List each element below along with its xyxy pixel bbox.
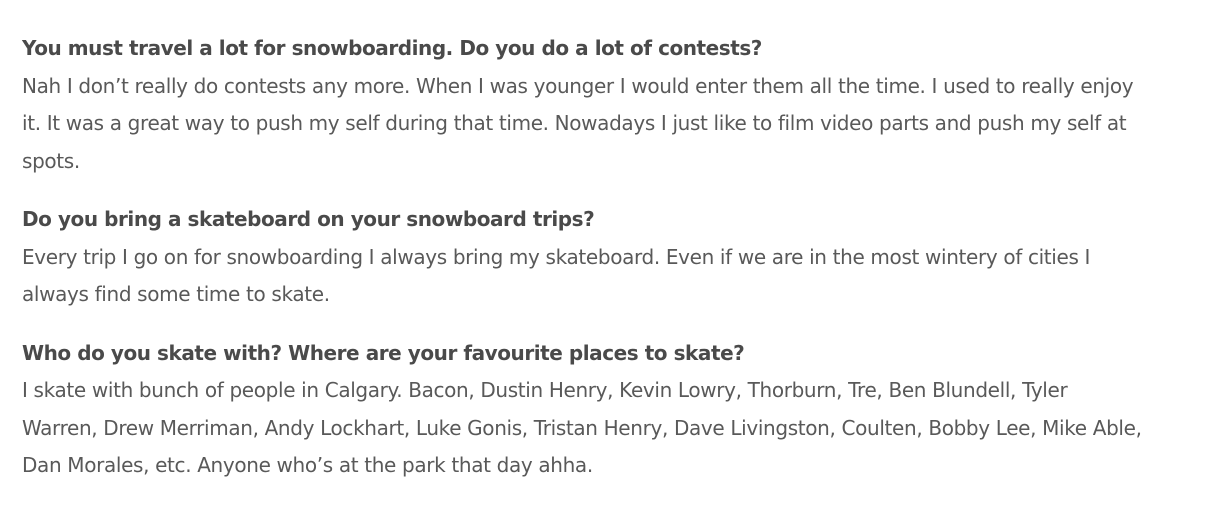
answer-skate-partners: I skate with bunch of people in Calgary.… — [22, 378, 1142, 477]
answer-contests: Nah I don’t really do contests any more.… — [22, 73, 1134, 173]
qa-block-skate-partners: Who do you skate with? Where are your fa… — [22, 335, 1142, 485]
qa-block-skateboard-trips: Do you bring a skateboard on your snowbo… — [22, 201, 1142, 314]
qa-block-contests: You must travel a lot for snowboarding. … — [22, 30, 1142, 180]
answer-skateboard-trips: Every trip I go on for snowboarding I al… — [22, 244, 1091, 307]
interview-article: You must travel a lot for snowboarding. … — [22, 30, 1142, 506]
question-skateboard-trips: Do you bring a skateboard on your snowbo… — [22, 207, 595, 231]
question-contests: You must travel a lot for snowboarding. … — [22, 36, 762, 60]
question-skate-partners: Who do you skate with? Where are your fa… — [22, 340, 745, 365]
